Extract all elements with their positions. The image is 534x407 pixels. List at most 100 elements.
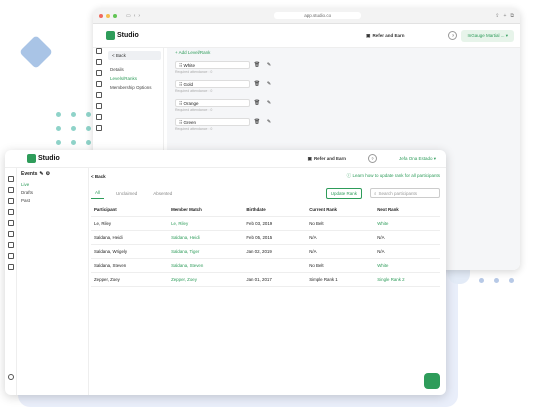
trash-icon[interactable]: 🗑	[252, 100, 262, 106]
help-icon[interactable]: ?	[367, 154, 377, 163]
notice: ⓘ Learn how to update rank for all parti…	[347, 173, 440, 179]
back-button[interactable]: < Back	[108, 51, 161, 60]
rank-name-field[interactable]: ⠿ White	[175, 61, 250, 69]
column-header[interactable]: Next Rank	[374, 203, 440, 217]
settings-gear-icon[interactable]: ⚙	[46, 171, 50, 177]
table-row[interactable]: Le, Riley Le, Riley Feb 03, 2019 No Belt…	[91, 216, 440, 231]
nav-item-past[interactable]: Past	[21, 198, 84, 203]
member-match-link[interactable]: Zepper, Zoey	[168, 272, 244, 287]
nav-forward-icon[interactable]: ›	[138, 13, 140, 19]
notice-link[interactable]: Learn how to update rank for all partici…	[352, 173, 440, 178]
column-header[interactable]: Participant	[91, 203, 169, 217]
mail-icon[interactable]	[96, 70, 102, 76]
studio-logo[interactable]: Studio	[27, 154, 60, 163]
pencil-icon[interactable]: ✎	[264, 62, 274, 68]
table-icon[interactable]	[96, 125, 102, 131]
list-icon[interactable]	[7, 231, 14, 237]
birthdate-cell: Feb 03, 2019	[243, 216, 307, 231]
edit-icon[interactable]: ✎	[39, 171, 43, 177]
new-tab-icon[interactable]: +	[504, 13, 507, 19]
share-icon[interactable]: ⇪	[495, 13, 499, 19]
refer-and-earn-button[interactable]: ▣ Refer and Earn	[308, 156, 346, 162]
trash-icon[interactable]: 🗑	[252, 119, 262, 125]
rank-name-field[interactable]: ⠿ Gold	[175, 80, 250, 88]
studio-logo[interactable]: Studio	[106, 31, 139, 40]
table-row[interactable]: Saldana, Heidi Saldana, Heidi Feb 05, 20…	[91, 230, 440, 245]
table-row[interactable]: Saldana, Steven Saldana, Steven No Belt …	[91, 258, 440, 273]
list-icon[interactable]	[96, 103, 102, 109]
pencil-icon[interactable]: ✎	[264, 81, 274, 87]
help-icon[interactable]: ?	[448, 31, 458, 40]
settings-icon[interactable]	[8, 374, 14, 380]
table-icon[interactable]	[7, 253, 14, 259]
refer-and-earn-button[interactable]: ▣ Refer and Earn	[366, 33, 404, 39]
rank-name-field[interactable]: ⠿ Green	[175, 118, 250, 126]
nav-back-icon[interactable]: ‹	[134, 13, 136, 19]
required-attendance: Required attendance : 0	[175, 108, 213, 112]
birthdate-cell	[243, 258, 307, 273]
decorative-diamond	[19, 35, 53, 69]
nav-item-membership-options[interactable]: Membership Options	[106, 83, 163, 92]
tag-icon[interactable]	[7, 242, 14, 248]
app-window-events: Studio ▣ Refer and Earn ? Jefa Ona Estad…	[5, 150, 446, 395]
tab-absented[interactable]: Absented	[149, 188, 176, 199]
add-level-rank-button[interactable]: + Add Level/Rank	[175, 50, 512, 55]
member-match-link[interactable]: Saldana, Heidi	[168, 230, 244, 245]
trash-icon[interactable]: 🗑	[252, 81, 262, 87]
link-icon[interactable]	[96, 59, 102, 65]
contacts-icon[interactable]	[7, 209, 14, 215]
mail-icon[interactable]	[7, 198, 14, 204]
refer-label: Refer and Earn	[313, 156, 346, 161]
reports-icon[interactable]	[7, 264, 14, 270]
address-bar[interactable]: app.studio.co	[274, 12, 362, 19]
back-button[interactable]: < Back	[91, 174, 106, 179]
pencil-icon[interactable]: ✎	[264, 119, 274, 125]
contacts-icon[interactable]	[96, 81, 102, 87]
dashboard-icon[interactable]	[96, 48, 102, 54]
column-header[interactable]: Birthdate	[243, 203, 307, 217]
pencil-icon[interactable]: ✎	[264, 100, 274, 106]
member-match-link[interactable]: Le, Riley	[168, 216, 244, 231]
account-label: Jefa Ona Estado	[398, 155, 433, 161]
tab-unclaimed[interactable]: Unclaimed	[112, 188, 141, 199]
calendar-icon[interactable]	[96, 92, 102, 98]
tabs-overview-icon[interactable]: ⧉	[510, 13, 514, 19]
nav-item-levels-ranks[interactable]: Levels/Ranks	[106, 74, 163, 83]
trash-icon[interactable]: 🗑	[252, 62, 262, 68]
rank-list: ⠿ White 🗑 ✎ Required attendance : 0 ⠿ Go…	[175, 61, 512, 131]
link-icon[interactable]	[7, 187, 14, 193]
current-rank-cell: No Belt	[306, 258, 375, 273]
account-dropdown[interactable]: InGauge Martial ... ▾	[461, 29, 514, 42]
rank-name-field[interactable]: ⠿ Orange	[175, 99, 250, 107]
tag-icon[interactable]	[96, 114, 102, 120]
member-match-link[interactable]: Saldana, Tiger	[168, 244, 244, 259]
logo-text: Studio	[38, 155, 60, 162]
nav-item-live[interactable]: Live	[21, 182, 84, 187]
table-row[interactable]: Saldana, Wrigely Saldana, Tiger Jan 02, …	[91, 244, 440, 259]
dashboard-icon[interactable]	[7, 176, 14, 182]
search-input[interactable]: ⌕ Search participants	[370, 188, 440, 198]
column-header[interactable]: Current Rank	[306, 203, 375, 217]
info-icon: ⓘ	[346, 173, 352, 178]
chat-support-button[interactable]	[424, 373, 440, 389]
account-dropdown[interactable]: Jefa Ona Estado ▾	[399, 156, 436, 162]
table-row[interactable]: Zepper, Zoey Zepper, Zoey Jan 01, 2017 S…	[91, 272, 440, 287]
required-attendance: Required attendance : 0	[175, 70, 213, 74]
participants-table: Participant Member Match Birthdate Curre…	[91, 203, 440, 287]
member-match-link[interactable]: Saldana, Steven	[168, 258, 244, 273]
events-heading: Events ✎ ⚙	[21, 171, 84, 177]
nav-item-details[interactable]: Details	[106, 65, 163, 74]
update-rank-button[interactable]: Update Rank	[325, 187, 362, 199]
tab-all[interactable]: All	[91, 187, 105, 199]
search-placeholder: Search participants	[378, 190, 418, 196]
column-header[interactable]: Member Match	[168, 203, 244, 217]
current-rank-cell: N/A	[306, 244, 375, 259]
next-rank-cell[interactable]: Single Rank 2	[374, 272, 440, 287]
next-rank-cell: N/A	[374, 230, 440, 245]
calendar-icon[interactable]	[7, 220, 14, 226]
tab-toggle-icon[interactable]: ▭	[126, 13, 131, 19]
nav-item-drafts[interactable]: Drafts	[21, 190, 84, 195]
birthdate-cell: Jan 02, 2019	[243, 244, 307, 259]
next-rank-cell[interactable]: White	[374, 216, 440, 231]
next-rank-cell[interactable]: White	[374, 258, 440, 273]
